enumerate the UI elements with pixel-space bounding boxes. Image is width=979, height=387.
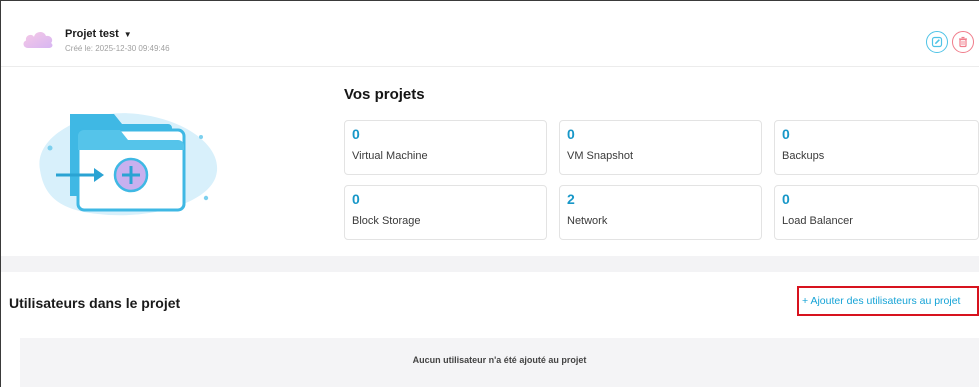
card-label: Backups xyxy=(782,150,825,162)
folder-add-illustration xyxy=(39,113,218,216)
cloud-icon xyxy=(23,31,53,48)
card-count: 2 xyxy=(567,191,575,207)
project-header: Projet test ▼ Créé le: 2025-12-30 09:49:… xyxy=(1,1,979,67)
card-backups[interactable]: 0 Backups xyxy=(774,120,979,175)
users-heading: Utilisateurs dans le projet xyxy=(9,295,181,311)
card-load-balancer[interactable]: 0 Load Balancer xyxy=(774,185,979,240)
card-label: Virtual Machine xyxy=(352,150,428,162)
card-vm-snapshot[interactable]: 0 VM Snapshot xyxy=(559,120,762,175)
card-block-storage[interactable]: 0 Block Storage xyxy=(344,185,547,240)
created-date: Créé le: 2025-12-30 09:49:46 xyxy=(65,44,170,53)
card-label: VM Snapshot xyxy=(567,150,634,162)
card-count: 0 xyxy=(567,126,575,142)
card-label: Block Storage xyxy=(352,215,421,227)
section-divider xyxy=(1,256,979,272)
project-selector[interactable]: Projet test ▼ xyxy=(65,28,132,40)
empty-message: Aucun utilisateur n'a été ajouté au proj… xyxy=(412,355,587,365)
card-count: 0 xyxy=(782,191,790,207)
trash-icon xyxy=(959,36,967,48)
caret-down-icon: ▼ xyxy=(123,29,132,39)
edit-button[interactable] xyxy=(926,31,948,53)
card-count: 0 xyxy=(352,126,360,142)
card-count: 0 xyxy=(352,191,360,207)
card-network[interactable]: 2 Network xyxy=(559,185,762,240)
card-virtual-machine[interactable]: 0 Virtual Machine xyxy=(344,120,547,175)
edit-icon xyxy=(931,36,943,48)
card-count: 0 xyxy=(782,126,790,142)
card-label: Load Balancer xyxy=(782,215,853,227)
users-empty-state: Aucun utilisateur n'a été ajouté au proj… xyxy=(20,338,979,387)
project-name: Projet test xyxy=(65,28,119,40)
add-users-link[interactable]: + Ajouter des utilisateurs au projet xyxy=(797,286,979,316)
card-label: Network xyxy=(567,215,608,227)
delete-button[interactable] xyxy=(952,31,974,53)
projects-heading: Vos projets xyxy=(344,86,425,103)
